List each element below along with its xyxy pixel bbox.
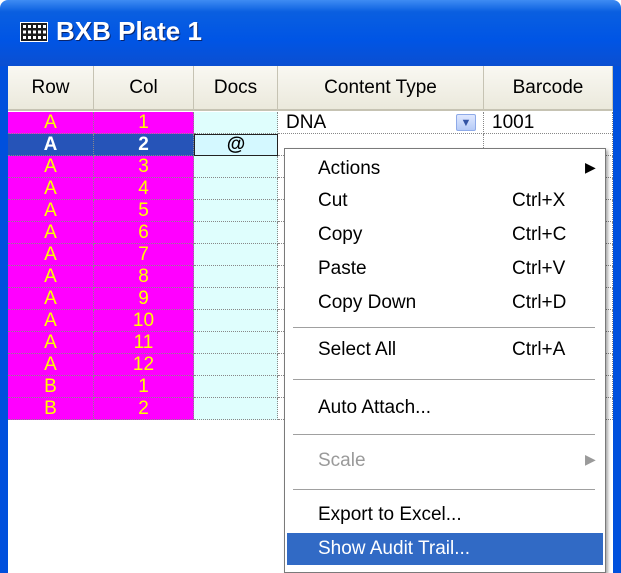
cell-docs[interactable] <box>194 398 278 420</box>
cell-docs[interactable] <box>194 200 278 222</box>
plate-window: BXB Plate 1 Row Col Docs Content Type Ba… <box>0 0 621 573</box>
chevron-down-icon[interactable]: ▼ <box>456 114 476 131</box>
cell-col[interactable]: 3 <box>94 156 194 178</box>
cell-row[interactable]: A <box>8 354 94 376</box>
menu-item-label: Copy <box>318 224 363 245</box>
menu-item-show-audit-trail[interactable]: Show Audit Trail... <box>287 533 603 565</box>
triangle-right-icon: ▶ <box>585 159 596 175</box>
cell-row[interactable]: A <box>8 134 94 156</box>
cell-row[interactable]: A <box>8 112 94 134</box>
cell-row[interactable]: A <box>8 244 94 266</box>
menu-item-paste[interactable]: Paste Ctrl+V <box>287 253 603 285</box>
cell-docs[interactable] <box>194 310 278 332</box>
menu-item-shortcut: Ctrl+V <box>512 258 566 279</box>
cell-col[interactable]: 11 <box>94 332 194 354</box>
triangle-right-icon: ▶ <box>585 451 596 467</box>
cell-row[interactable]: A <box>8 200 94 222</box>
menu-item-label: Actions <box>318 158 381 179</box>
cell-col[interactable]: 1 <box>94 112 194 134</box>
menu-item-shortcut: Ctrl+X <box>512 190 566 211</box>
cell-docs[interactable] <box>194 156 278 178</box>
menu-item-label: Scale <box>318 450 366 471</box>
menu-item-select-all[interactable]: Select All Ctrl+A <box>287 334 603 366</box>
menu-item-actions[interactable]: Actions ▶ <box>287 153 603 185</box>
cell-docs[interactable] <box>194 332 278 354</box>
column-header-row[interactable]: Row <box>8 66 94 111</box>
menu-item-export-to-excel[interactable]: Export to Excel... <box>287 499 603 531</box>
cell-docs[interactable] <box>194 354 278 376</box>
column-header-docs[interactable]: Docs <box>194 66 278 111</box>
menu-separator <box>293 489 595 491</box>
cell-col[interactable]: 10 <box>94 310 194 332</box>
menu-item-label: Auto Attach... <box>318 397 432 418</box>
cell-col[interactable]: 9 <box>94 288 194 310</box>
column-header-col[interactable]: Col <box>94 66 194 111</box>
cell-col[interactable]: 2 <box>94 398 194 420</box>
cell-barcode[interactable]: 1001 <box>484 112 613 134</box>
menu-item-shortcut: Ctrl+C <box>512 224 567 245</box>
cell-col[interactable]: 2 <box>94 134 194 156</box>
cell-row[interactable]: A <box>8 288 94 310</box>
cell-col[interactable]: 4 <box>94 178 194 200</box>
cell-row[interactable]: A <box>8 222 94 244</box>
menu-separator <box>293 379 595 381</box>
cell-row[interactable]: A <box>8 178 94 200</box>
menu-separator <box>293 434 595 436</box>
menu-item-cut[interactable]: Cut Ctrl+X <box>287 185 603 217</box>
cell-col[interactable]: 8 <box>94 266 194 288</box>
context-menu: Actions ▶ Cut Ctrl+X Copy Ctrl+C Paste Ctrl+V Co… <box>284 148 606 573</box>
cell-docs[interactable] <box>194 112 278 134</box>
cell-docs[interactable] <box>194 178 278 200</box>
cell-docs[interactable] <box>194 266 278 288</box>
menu-item-label: Export to Excel... <box>318 504 462 525</box>
column-header-barcode[interactable]: Barcode <box>484 66 613 111</box>
cell-row[interactable]: A <box>8 310 94 332</box>
cell-col[interactable]: 12 <box>94 354 194 376</box>
menu-item-label: Paste <box>318 258 367 279</box>
menu-item-copy-down[interactable]: Copy Down Ctrl+D <box>287 287 603 319</box>
cell-row[interactable]: B <box>8 376 94 398</box>
menu-item-scale[interactable]: Scale ▶ <box>287 445 603 477</box>
cell-docs[interactable] <box>194 376 278 398</box>
cell-content-type[interactable]: DNA <box>278 112 484 134</box>
cell-col[interactable]: 5 <box>94 200 194 222</box>
cell-col[interactable]: 1 <box>94 376 194 398</box>
cell-docs[interactable] <box>194 244 278 266</box>
menu-item-copy[interactable]: Copy Ctrl+C <box>287 219 603 251</box>
grid-icon <box>20 22 48 42</box>
cell-docs[interactable]: @ <box>194 134 278 156</box>
title-bar[interactable]: BXB Plate 1 <box>0 0 621 66</box>
window-frame-right <box>613 66 621 573</box>
menu-item-label: Select All <box>318 339 397 360</box>
menu-item-shortcut: Ctrl+D <box>512 292 567 313</box>
menu-separator <box>293 327 595 329</box>
cell-row[interactable]: A <box>8 156 94 178</box>
cell-row[interactable]: A <box>8 332 94 354</box>
cell-docs[interactable] <box>194 288 278 310</box>
window-title: BXB Plate 1 <box>56 16 202 46</box>
cell-docs[interactable] <box>194 222 278 244</box>
menu-item-label: Copy Down <box>318 292 417 313</box>
cell-col[interactable]: 7 <box>94 244 194 266</box>
window-frame-left <box>0 66 8 573</box>
menu-item-shortcut: Ctrl+A <box>512 339 566 360</box>
grid-header: Row Col Docs Content Type Barcode <box>8 66 613 112</box>
cell-row[interactable]: B <box>8 398 94 420</box>
column-header-content-type[interactable]: Content Type <box>278 66 484 111</box>
cell-row[interactable]: A <box>8 266 94 288</box>
menu-item-label: Show Audit Trail... <box>318 538 471 559</box>
menu-item-auto-attach[interactable]: Auto Attach... <box>287 392 603 424</box>
menu-item-label: Cut <box>318 190 348 211</box>
cell-col[interactable]: 6 <box>94 222 194 244</box>
table-row[interactable]: A 1 DNA 1001 ▼ <box>8 112 613 134</box>
